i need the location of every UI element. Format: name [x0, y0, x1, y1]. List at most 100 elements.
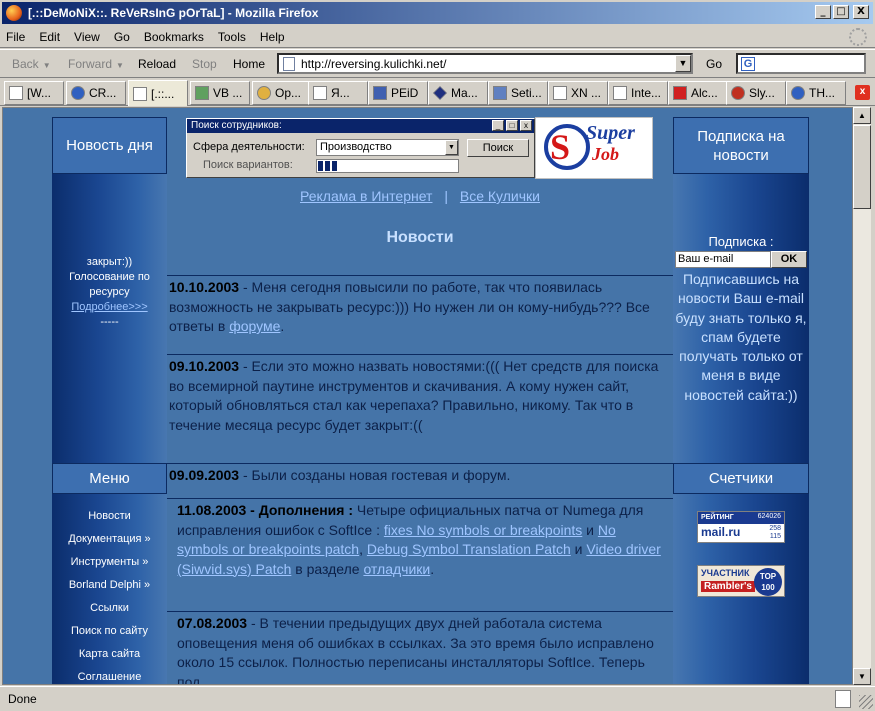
- back-button[interactable]: Back ▼: [12, 57, 51, 71]
- news-text: ,: [359, 541, 367, 557]
- minimize-button[interactable]: _: [815, 5, 831, 19]
- forward-button[interactable]: Forward ▼: [68, 57, 124, 71]
- news-text: - Были созданы новая гостевая и форум.: [239, 467, 511, 483]
- menu-file[interactable]: File: [6, 30, 25, 44]
- gear-icon: [257, 86, 271, 100]
- tab-8[interactable]: Ma...: [428, 81, 488, 105]
- tab-13[interactable]: Sly...: [726, 81, 786, 105]
- rambler-counter[interactable]: УЧАСТНИК Rambler's TOP 100: [697, 565, 785, 597]
- tab-10[interactable]: XN ...: [548, 81, 608, 105]
- tab-7[interactable]: PEiD: [368, 81, 428, 105]
- stop-button[interactable]: Stop: [192, 57, 217, 71]
- page-icon: [613, 86, 627, 100]
- menu-link-docs[interactable]: Документация »: [52, 532, 167, 555]
- close-tab-icon[interactable]: x: [855, 85, 870, 100]
- resize-grip-icon[interactable]: [859, 695, 873, 709]
- poll-separator: -----: [100, 316, 119, 328]
- subscribe-ok-button[interactable]: OK: [771, 251, 807, 268]
- scroll-down-icon[interactable]: ▼: [853, 668, 871, 685]
- news-link[interactable]: fixes No symbols or breakpoints: [384, 522, 582, 538]
- news-link[interactable]: отладчики: [363, 561, 430, 577]
- vertical-scrollbar[interactable]: ▲ ▼: [853, 107, 871, 685]
- scroll-up-icon[interactable]: ▲: [853, 107, 871, 124]
- page-icon: [283, 56, 295, 71]
- tab-label: Sly...: [749, 86, 775, 100]
- news-item: 10.10.2003 - Меня сегодня повысили по ра…: [167, 275, 673, 354]
- status-bar: Done: [0, 686, 875, 711]
- menu-tools[interactable]: Tools: [218, 30, 246, 44]
- diamond-icon: [433, 86, 447, 100]
- close-button[interactable]: X: [853, 5, 869, 19]
- url-dropdown-icon[interactable]: ▼: [675, 55, 691, 72]
- mailru-counter[interactable]: РЕЙТИНГ mail.ru 624026 258 115: [697, 511, 785, 543]
- job-search-button[interactable]: Поиск: [467, 139, 529, 157]
- menu-link-delphi[interactable]: Borland Delphi »: [52, 578, 167, 601]
- news-link[interactable]: Debug Symbol Translation Patch: [367, 541, 571, 557]
- menu-link-news[interactable]: Новости: [52, 509, 167, 532]
- poll-line: Голосование по: [69, 271, 150, 283]
- all-kulichki-link[interactable]: Все Кулички: [460, 188, 540, 204]
- go-button[interactable]: Go: [706, 57, 722, 71]
- tab-3-active[interactable]: [.::...: [128, 80, 188, 106]
- news-item: 09.09.2003 - Были созданы новая гостевая…: [167, 463, 673, 498]
- logo-job: Job: [592, 144, 619, 164]
- right-column: Подписка на новости Подписка : Ваш e-mai…: [673, 117, 809, 684]
- menu-link-search[interactable]: Поиск по сайту: [52, 624, 167, 647]
- tab-5[interactable]: Op...: [252, 81, 312, 105]
- tab-14[interactable]: TH...: [786, 81, 846, 105]
- menu-link-tools[interactable]: Инструменты »: [52, 555, 167, 578]
- menu-go[interactable]: Go: [114, 30, 130, 44]
- logo-super: Super: [586, 122, 635, 144]
- address-bar[interactable]: http://reversing.kulichki.net/ ▼: [277, 53, 693, 74]
- logo-letter: S: [550, 127, 571, 167]
- back-label: Back: [12, 57, 39, 71]
- tab-6[interactable]: Я...: [308, 81, 368, 105]
- tab-label: XN ...: [571, 86, 602, 100]
- counters-header: Счетчики: [673, 463, 809, 494]
- reload-button[interactable]: Reload: [138, 57, 176, 71]
- progress-fill: [318, 161, 338, 171]
- tab-1[interactable]: [W...: [4, 81, 64, 105]
- news-text: в разделе: [291, 560, 364, 577]
- news-item: 09.10.2003 - Если это можно назвать ново…: [167, 354, 673, 463]
- news-link[interactable]: форуме: [229, 318, 280, 334]
- superjob-logo[interactable]: S Super Job: [535, 117, 653, 179]
- url-text[interactable]: http://reversing.kulichki.net/: [301, 57, 446, 71]
- home-button[interactable]: Home: [233, 57, 265, 71]
- menu-view[interactable]: View: [74, 30, 100, 44]
- maximize-button[interactable]: □: [833, 5, 849, 19]
- news-text: и: [582, 521, 598, 538]
- forward-dropdown-icon[interactable]: ▼: [116, 61, 124, 70]
- menu-link-agreement[interactable]: Соглашение: [52, 670, 167, 684]
- page-info-icon[interactable]: [835, 690, 851, 708]
- search-input[interactable]: G: [736, 53, 866, 74]
- tab-9[interactable]: Seti...: [488, 81, 548, 105]
- back-dropdown-icon[interactable]: ▼: [43, 61, 51, 70]
- email-input[interactable]: Ваш e-mail: [675, 251, 771, 268]
- sphere-select[interactable]: Производство ▼: [316, 139, 459, 156]
- google-search-icon[interactable]: G: [741, 57, 755, 71]
- chevron-down-icon[interactable]: ▼: [445, 140, 458, 155]
- rambler-logo: Rambler's: [701, 581, 755, 592]
- menu-link-links[interactable]: Ссылки: [52, 601, 167, 624]
- tab-11[interactable]: Inte...: [608, 81, 668, 105]
- page-viewport: Новость дня закрыт:)) Голосование по рес…: [2, 107, 853, 685]
- tab-label: CR...: [89, 86, 117, 100]
- scroll-thumb[interactable]: [853, 125, 871, 209]
- ad-link[interactable]: Реклама в Интернет: [300, 188, 432, 204]
- menu-edit[interactable]: Edit: [39, 30, 60, 44]
- subscribe-note: Подписавшись на новости Ваш e-mail буду …: [675, 271, 807, 403]
- menu-bookmarks[interactable]: Bookmarks: [144, 30, 204, 44]
- menu-help[interactable]: Help: [260, 30, 285, 44]
- tab-12[interactable]: Alc...: [668, 81, 728, 105]
- menu-link-sitemap[interactable]: Карта сайта: [52, 647, 167, 670]
- poll-more-link[interactable]: Подробнее>>>: [52, 300, 167, 315]
- poll-line: закрыт:)): [86, 256, 133, 268]
- tab-4[interactable]: VB ...: [190, 81, 250, 105]
- tab-2[interactable]: CR...: [66, 81, 126, 105]
- counter-value: 258: [769, 525, 781, 532]
- widget-minimize-icon[interactable]: _: [492, 120, 504, 131]
- widget-maximize-icon[interactable]: □: [506, 120, 518, 131]
- widget-close-icon[interactable]: x: [520, 120, 532, 131]
- tab-label: Inte...: [631, 86, 662, 100]
